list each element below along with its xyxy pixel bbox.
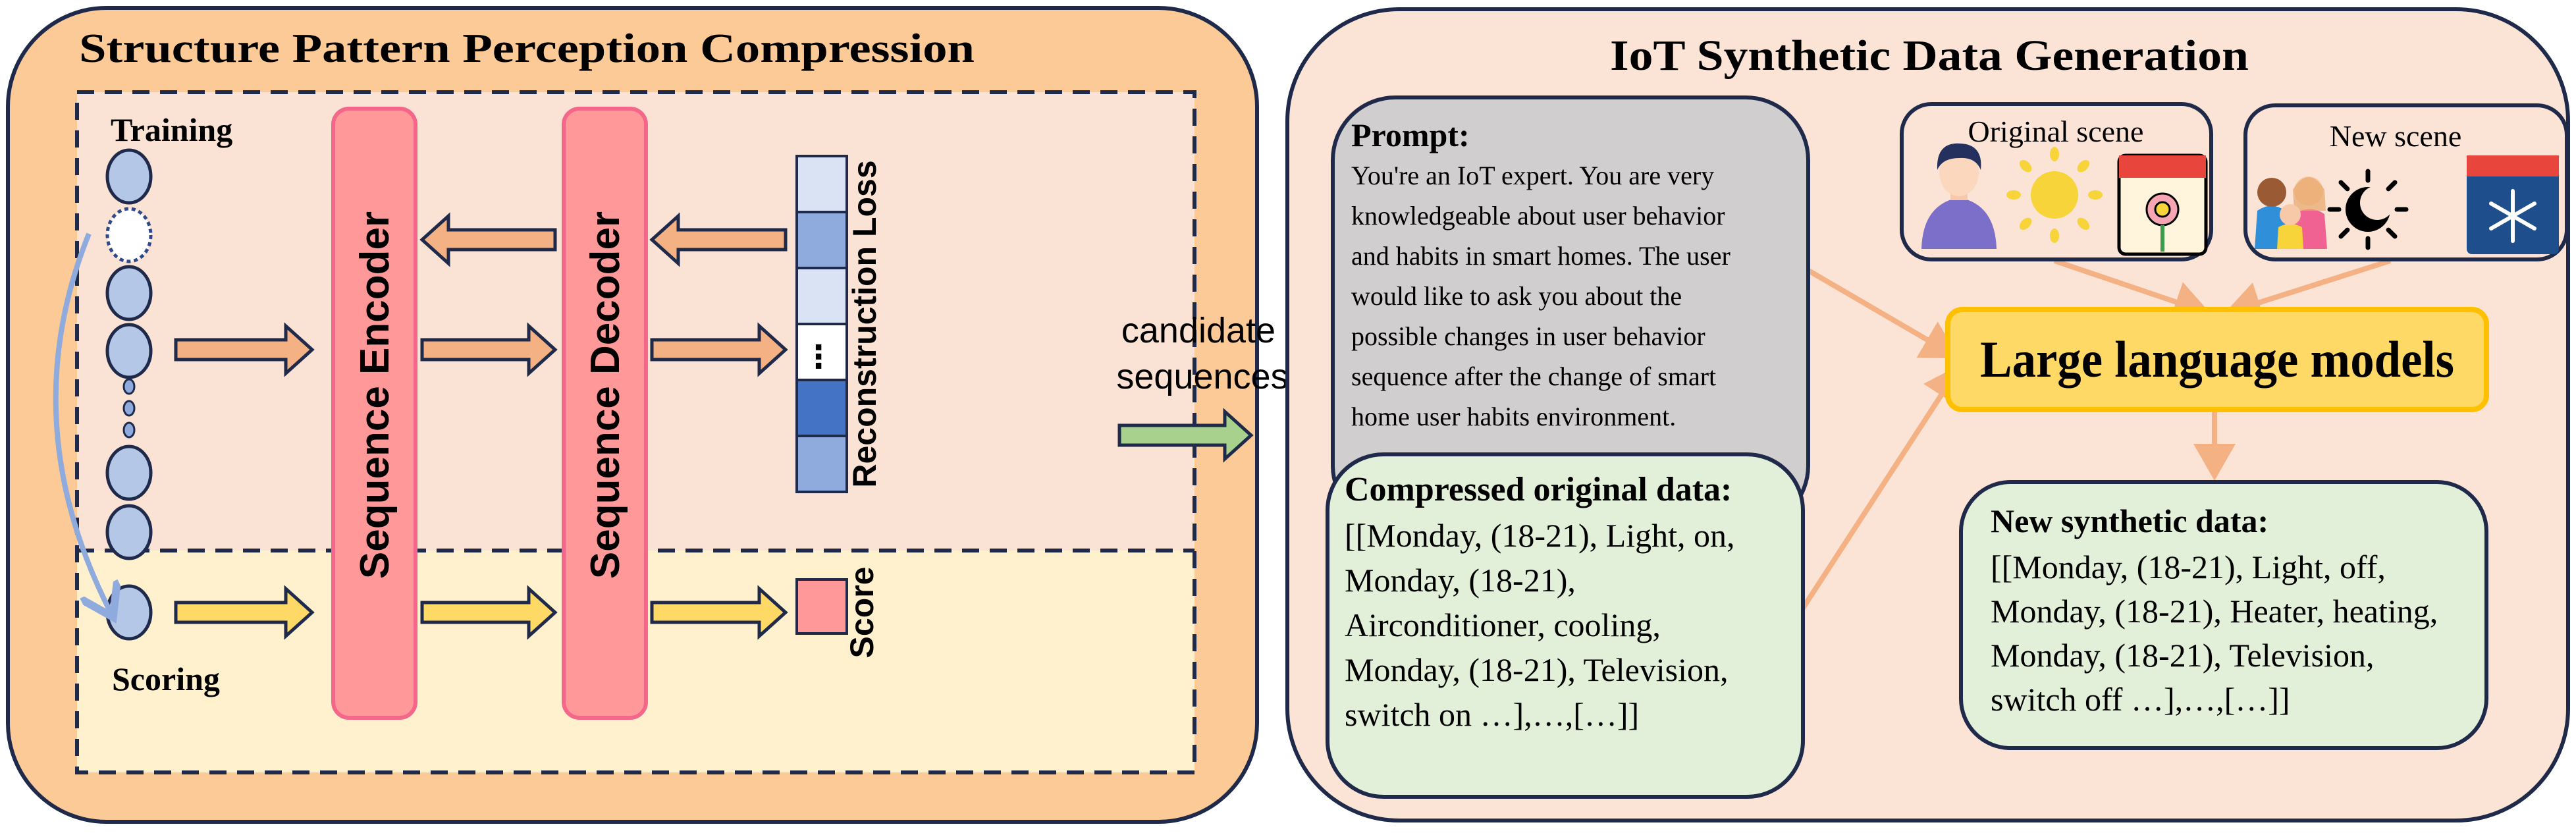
sun-ray (2050, 229, 2059, 243)
winter-calendar-icon (2467, 155, 2559, 254)
encoder-label: Sequence Encoder (352, 211, 398, 579)
night-icon (2327, 169, 2409, 250)
reconstruction-vector (795, 155, 848, 493)
reconstruction-cell (795, 211, 848, 269)
sequence-encoder: Sequence Encoder (331, 107, 417, 720)
synthetic-data-box: New synthetic data: [[Monday, (18-21), L… (1959, 480, 2488, 750)
prompt-line: would like to ask you about the (1351, 281, 1682, 311)
synthetic-data-line: switch off …],…,[…]] (1991, 681, 2290, 718)
prompt-heading: Prompt: (1351, 117, 1470, 153)
ellipsis-dot (122, 378, 136, 395)
compressed-data-line: Airconditioner, cooling, (1345, 606, 1661, 643)
diagram: Structure Pattern Perception Compression… (6, 6, 2570, 824)
sun-ray (2006, 190, 2021, 200)
sequence-decoder: Sequence Decoder (562, 107, 648, 720)
reconstruction-cell (795, 379, 848, 437)
sequence-item-circle (105, 504, 153, 560)
prompt-line: You're an IoT expert. You are very (1351, 161, 1714, 190)
sequence-item-circle (105, 444, 153, 501)
reconstruction-ellipsis: ⋮ (803, 340, 834, 375)
reconstruction-loss-label: Reconstruction Loss (846, 160, 883, 487)
prompt-line: and habits in smart homes. The user (1351, 241, 1731, 271)
new-scene-label: New scene (2330, 119, 2462, 153)
original-scene-label: Original scene (1968, 115, 2144, 148)
decoder-label: Sequence Decoder (583, 211, 628, 579)
sequence-item-circle (105, 584, 153, 641)
synthetic-data-line: Monday, (18-21), Television, (1991, 637, 2375, 674)
score-label: Score (844, 567, 880, 659)
training-label: Training (111, 111, 232, 148)
sequence-item-circle (105, 323, 153, 379)
llm-box: Large language models (1945, 307, 2489, 412)
compressed-data-box: Compressed original data: [[Monday, (18-… (1326, 452, 1805, 799)
iot-synthetic-panel: IoT Synthetic Data Generation Prompt: Yo… (1285, 7, 2570, 822)
prompt-line: knowledgeable about user behavior (1351, 201, 1725, 230)
prompt-line: possible changes in user behavior (1351, 321, 1705, 351)
ellipsis-dot (122, 400, 136, 417)
score-box (795, 578, 848, 635)
ellipsis-dot (122, 421, 136, 439)
new-scene-box: New scene (2243, 103, 2569, 261)
original-scene-box: Original scene (1900, 102, 2213, 261)
sequence-item-circle (105, 265, 153, 321)
scoring-label: Scoring (112, 660, 220, 697)
sun-ray (2050, 147, 2059, 161)
compressed-data-line: Monday, (18-21), Television, (1345, 651, 1729, 688)
spring-calendar-icon (2117, 153, 2208, 256)
compressed-data-line: Monday, (18-21), (1345, 562, 1576, 599)
sequences-label: sequences (1116, 357, 1288, 396)
compressed-data-line: [[Monday, (18-21), Light, on, (1345, 517, 1734, 554)
llm-label: Large language models (1980, 331, 2454, 388)
reconstruction-cell (795, 267, 848, 325)
synthetic-heading: New synthetic data: (1991, 502, 2268, 539)
synthetic-data-line: [[Monday, (18-21), Light, off, (1991, 549, 2386, 585)
masked-item-circle (105, 207, 153, 263)
compressed-heading: Compressed original data: (1345, 471, 1732, 508)
sun-ray (2088, 190, 2103, 200)
sun-icon (2006, 147, 2103, 243)
structure-pattern-panel: Structure Pattern Perception Compression… (6, 6, 1259, 824)
prompt-line: home user habits environment. (1351, 402, 1676, 431)
right-panel-title: IoT Synthetic Data Generation (1610, 32, 2249, 80)
sequence-item-circle (105, 148, 153, 205)
candidate-label: candidate (1121, 311, 1275, 350)
reconstruction-cell (795, 435, 848, 493)
prompt-line: sequence after the change of smart (1351, 362, 1716, 391)
synthetic-data-line: Monday, (18-21), Heater, heating, (1991, 593, 2438, 630)
reconstruction-cell (795, 155, 848, 213)
compressed-data-line: switch on …],…,[…]] (1345, 696, 1639, 733)
left-panel-title: Structure Pattern Perception Compression (79, 26, 975, 71)
